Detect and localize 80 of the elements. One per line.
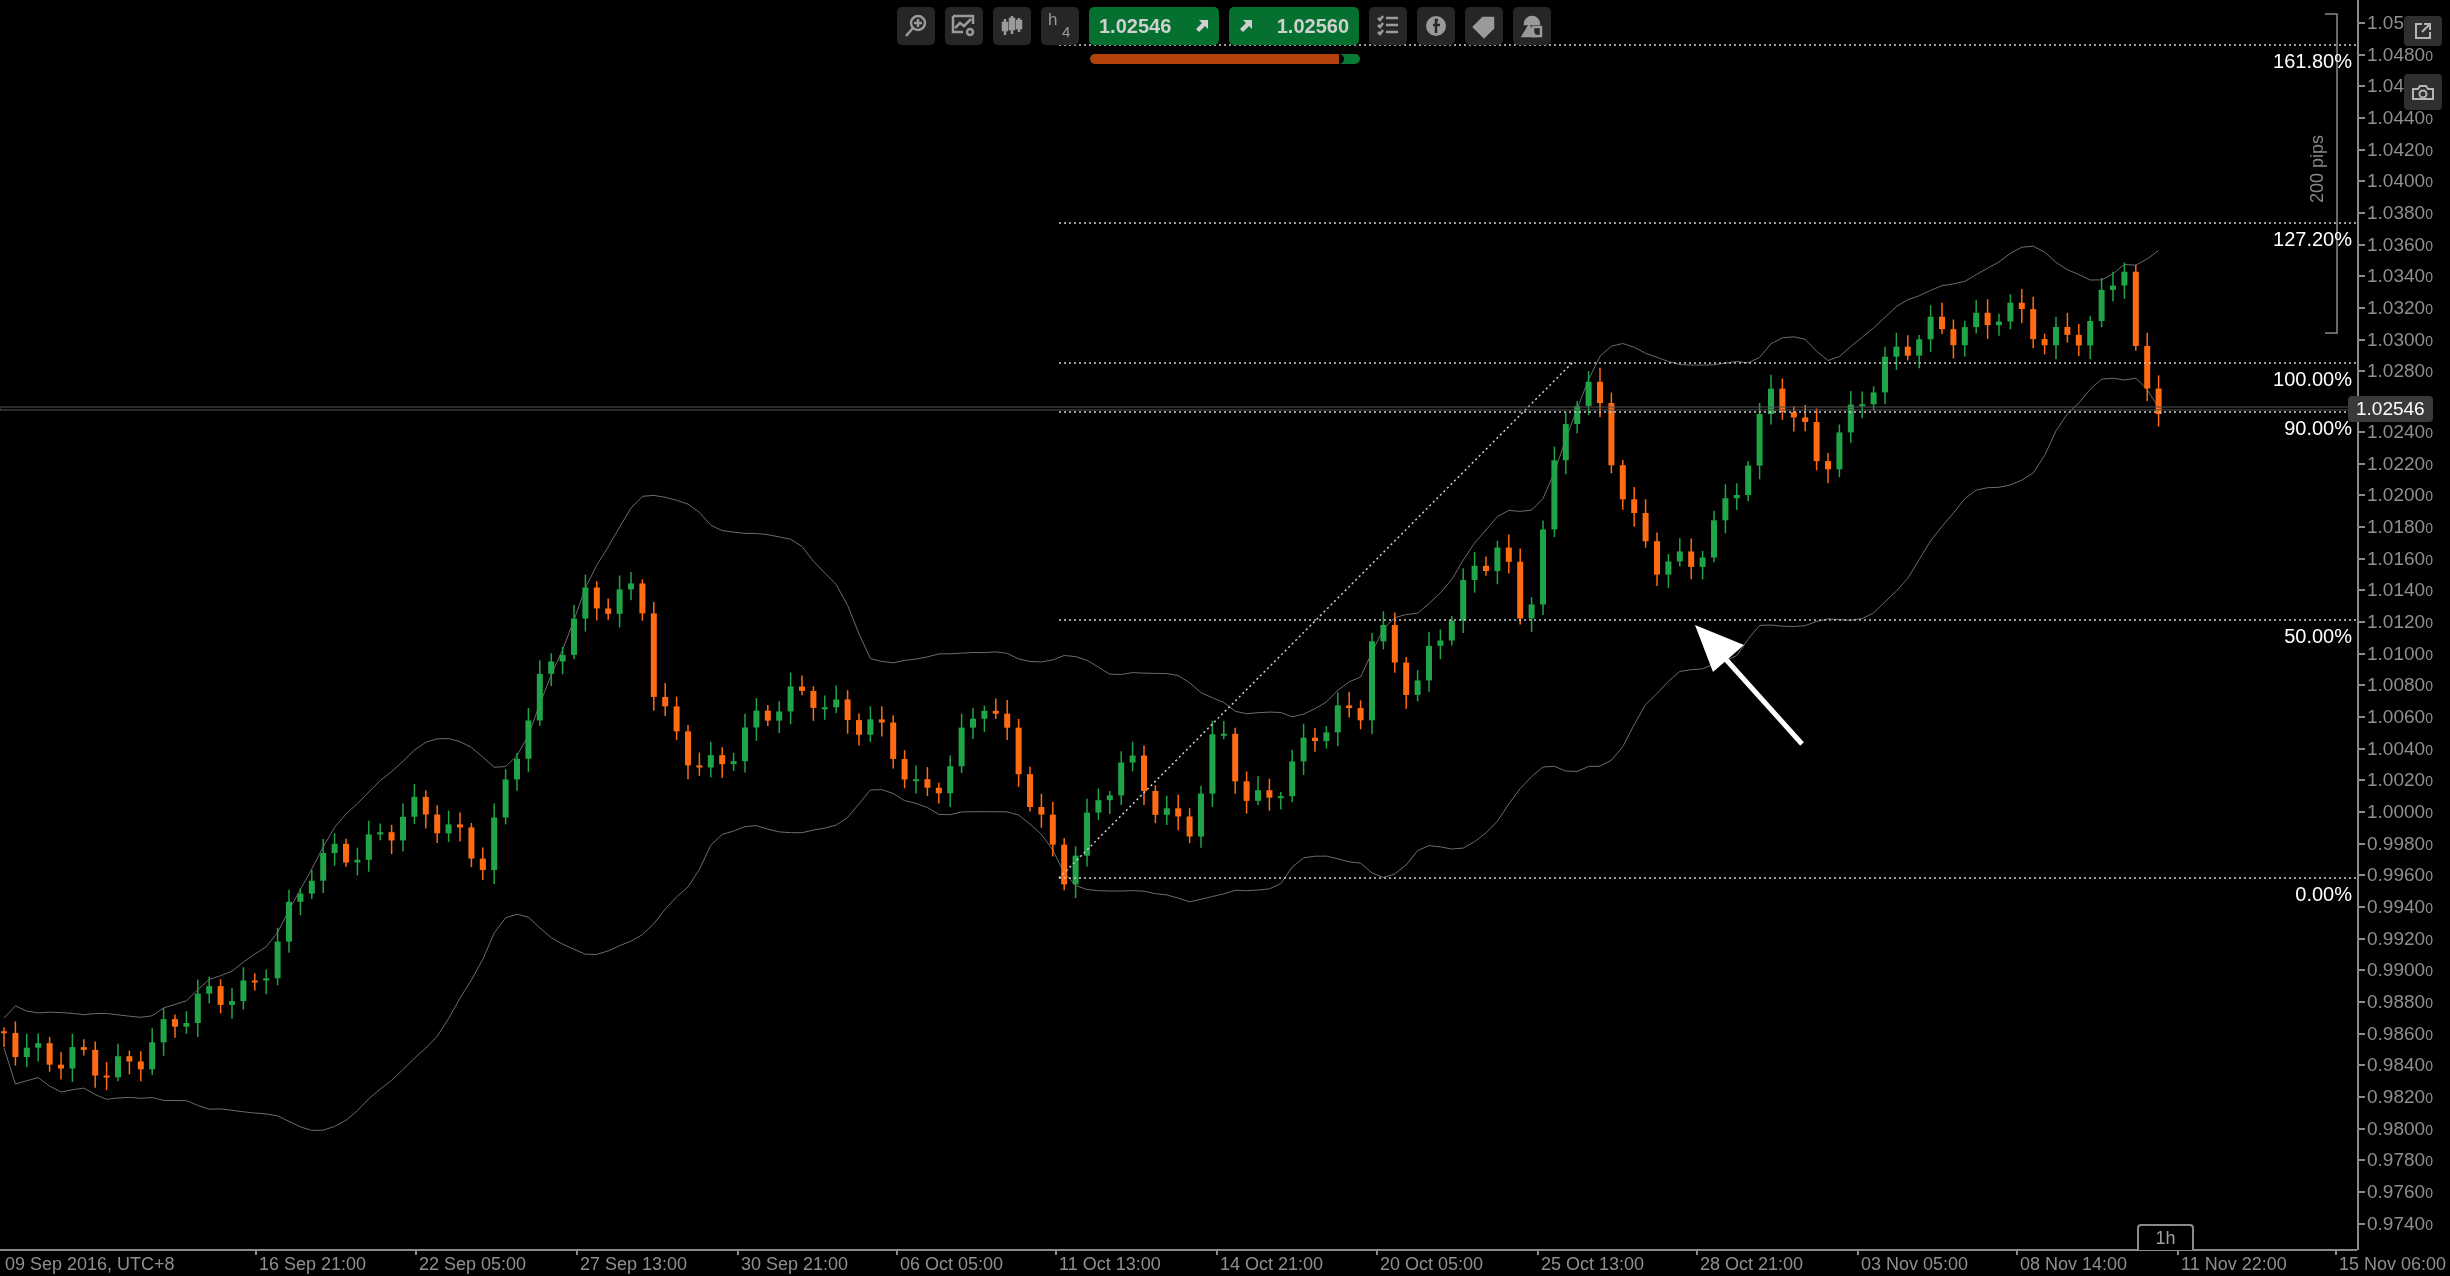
- arrow-up-right-icon: [1195, 19, 1209, 33]
- buy-price-button[interactable]: 1.02560: [1229, 7, 1359, 45]
- price-axis-label: 0.99000: [2367, 960, 2433, 980]
- checklist-button[interactable]: [1369, 7, 1407, 45]
- price-axis-label: 1.05: [2367, 13, 2404, 32]
- price-axis-label: 0.97800: [2367, 1150, 2433, 1170]
- price-axis-label: 0.97600: [2367, 1181, 2433, 1201]
- price-axis-label: 1.00400: [2367, 738, 2433, 758]
- price-axis-label: 1.02000: [2367, 485, 2433, 505]
- chart-type-button[interactable]: [993, 7, 1031, 45]
- price-axis-label: 1.00600: [2367, 706, 2433, 726]
- price-axis-label: 1.02200: [2367, 453, 2433, 473]
- time-axis-label: 11 Oct 13:00: [1059, 1255, 1161, 1273]
- chart-gear-icon: [951, 13, 977, 39]
- social-button[interactable]: [1417, 7, 1455, 45]
- price-axis-label: 1.01600: [2367, 548, 2433, 568]
- alert-button[interactable]: [1465, 7, 1503, 45]
- time-axis-label: 09 Sep 2016, UTC+8: [5, 1255, 175, 1273]
- price-axis-label: 1.04400: [2367, 107, 2433, 127]
- time-axis-label: 15 Nov 06:00: [2339, 1255, 2447, 1273]
- price-axis-label: 1.04200: [2367, 139, 2433, 159]
- arrow-up-right-icon: [1239, 19, 1253, 33]
- time-axis-label: 27 Sep 13:00: [580, 1255, 688, 1273]
- timeframe-button[interactable]: h 4: [1041, 7, 1079, 45]
- price-axis-label: 1.03400: [2367, 266, 2433, 286]
- time-axis-label: 28 Oct 21:00: [1700, 1255, 1804, 1273]
- price-axis-label: 1.01400: [2367, 580, 2433, 600]
- price-axis-label: 1.03200: [2367, 297, 2433, 317]
- fibonacci-level-label: 0.00%: [2295, 884, 2352, 904]
- fibonacci-level-label: 161.80%: [2273, 51, 2352, 71]
- time-axis-label: 30 Sep 21:00: [741, 1255, 849, 1273]
- price-axis-label: 0.99800: [2367, 833, 2433, 853]
- price-axis-label: 1.00000: [2367, 801, 2433, 821]
- price-axis-label: 1.02800: [2367, 361, 2433, 381]
- shapes-icon: [1519, 13, 1545, 39]
- chart-settings-button[interactable]: [945, 7, 983, 45]
- camera-icon: [2411, 83, 2435, 101]
- time-axis-label: 08 Nov 14:00: [2020, 1255, 2128, 1273]
- price-axis-label: 0.98600: [2367, 1023, 2433, 1043]
- sell-price-button[interactable]: 1.02546: [1089, 7, 1219, 45]
- time-axis-label: 11 Nov 22:00: [2181, 1255, 2287, 1273]
- time-axis-label: 06 Oct 05:00: [900, 1255, 1004, 1273]
- price-axis-label: 0.98200: [2367, 1086, 2433, 1106]
- price-axis-label: 0.99600: [2367, 865, 2433, 885]
- price-axis-label: 1.03600: [2367, 234, 2433, 254]
- ruler-label: 200 pips: [2308, 133, 2326, 206]
- price-axis-label: 0.99200: [2367, 928, 2433, 948]
- price-axis-label: 0.98800: [2367, 991, 2433, 1011]
- price-axis-label: 0.98400: [2367, 1055, 2433, 1075]
- zoom-button[interactable]: [897, 7, 935, 45]
- price-axis-label: 1.04000: [2367, 171, 2433, 191]
- price-axis-label: 0.98000: [2367, 1118, 2433, 1138]
- time-axis-label: 03 Nov 05:00: [1861, 1255, 1969, 1273]
- zoom-in-icon: [903, 13, 929, 39]
- time-axis-label: 25 Oct 13:00: [1541, 1255, 1645, 1273]
- screenshot-button[interactable]: [2404, 74, 2442, 110]
- price-axis-label: 1.00800: [2367, 675, 2433, 695]
- price-axis-label: 1.03800: [2367, 202, 2433, 222]
- open-external-button[interactable]: [2404, 16, 2442, 46]
- time-axis-label: 22 Sep 05:00: [419, 1255, 527, 1273]
- price-axis-label: 1.01800: [2367, 516, 2433, 536]
- price-axis-label: 1.03000: [2367, 329, 2433, 349]
- period-tab[interactable]: 1h: [2137, 1224, 2194, 1250]
- external-link-icon: [2413, 21, 2433, 41]
- price-axis-label: 1.04: [2367, 76, 2404, 96]
- fibonacci-level-label: 127.20%: [2273, 229, 2352, 249]
- price-axis-label: 0.99400: [2367, 896, 2433, 916]
- time-axis-label: 14 Oct 21:00: [1220, 1255, 1324, 1273]
- time-axis-label: 20 Oct 05:00: [1380, 1255, 1484, 1273]
- price-axis-label: 1.04800: [2367, 44, 2433, 64]
- price-axis-label: 1.00200: [2367, 770, 2433, 790]
- price-axis-label: 1.01000: [2367, 643, 2433, 663]
- drawing-tools-button[interactable]: [1513, 7, 1551, 45]
- price-axis-label: 0.97400: [2367, 1213, 2433, 1233]
- fibonacci-level-label: 50.00%: [2284, 626, 2352, 646]
- price-axis-label: 1.02400: [2367, 422, 2433, 441]
- current-price-label: 1.02546: [2348, 396, 2433, 422]
- price-axis-label: 1.01200: [2367, 611, 2433, 631]
- fibonacci-level-label: 100.00%: [2273, 369, 2352, 389]
- time-axis-label: 16 Sep 21:00: [259, 1255, 367, 1273]
